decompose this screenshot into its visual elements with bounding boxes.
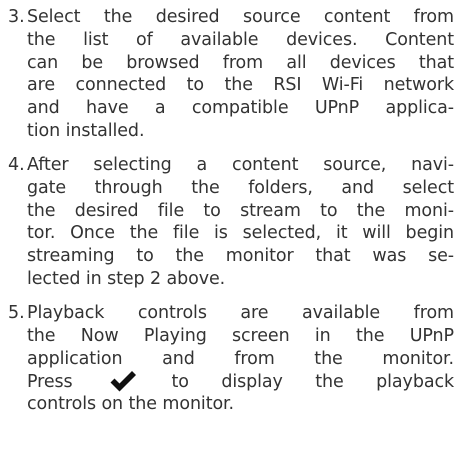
press-description: to display the playback bbox=[171, 372, 455, 393]
step-text-line: gate through the folders, and select bbox=[27, 177, 454, 198]
step-number: 4. bbox=[8, 155, 25, 175]
step-text-line: Select the desired source content from bbox=[27, 7, 454, 27]
step-text-line: are connected to the RSI Wi-Fi network bbox=[27, 75, 454, 96]
document-page: { "steps": [ { "number": "3.", "lines": … bbox=[0, 0, 461, 461]
step-text-line: controls on the monitor. bbox=[27, 394, 235, 415]
checkmark-icon bbox=[110, 371, 137, 392]
step-text-line: can be browsed from all devices that bbox=[27, 52, 454, 73]
step-text-line: the desired file to stream to the moni- bbox=[27, 200, 454, 221]
step-press-line: Press to display the playback bbox=[27, 370, 454, 394]
step-text-line: Playback controls are available from bbox=[27, 303, 454, 323]
step-text-line: tor. Once the file is selected, it will … bbox=[27, 223, 454, 244]
step-text-line: tion installed. bbox=[27, 121, 145, 141]
step-text-line: and have a compatible UPnP applica- bbox=[27, 98, 454, 119]
step-text-line: application and from the monitor. bbox=[27, 348, 454, 369]
step-number: 5. bbox=[8, 303, 25, 323]
step-text-line: After selecting a content source, navi- bbox=[27, 155, 454, 175]
step-text-line: streaming to the monitor that was se- bbox=[27, 246, 454, 267]
step-text-line: the list of available devices. Content bbox=[27, 29, 454, 50]
step-text-line: the Now Playing screen in the UPnP bbox=[27, 325, 454, 346]
step-number: 3. bbox=[8, 7, 25, 27]
press-label: Press bbox=[27, 372, 73, 393]
step-text-line: lected in step 2 above. bbox=[27, 269, 226, 289]
